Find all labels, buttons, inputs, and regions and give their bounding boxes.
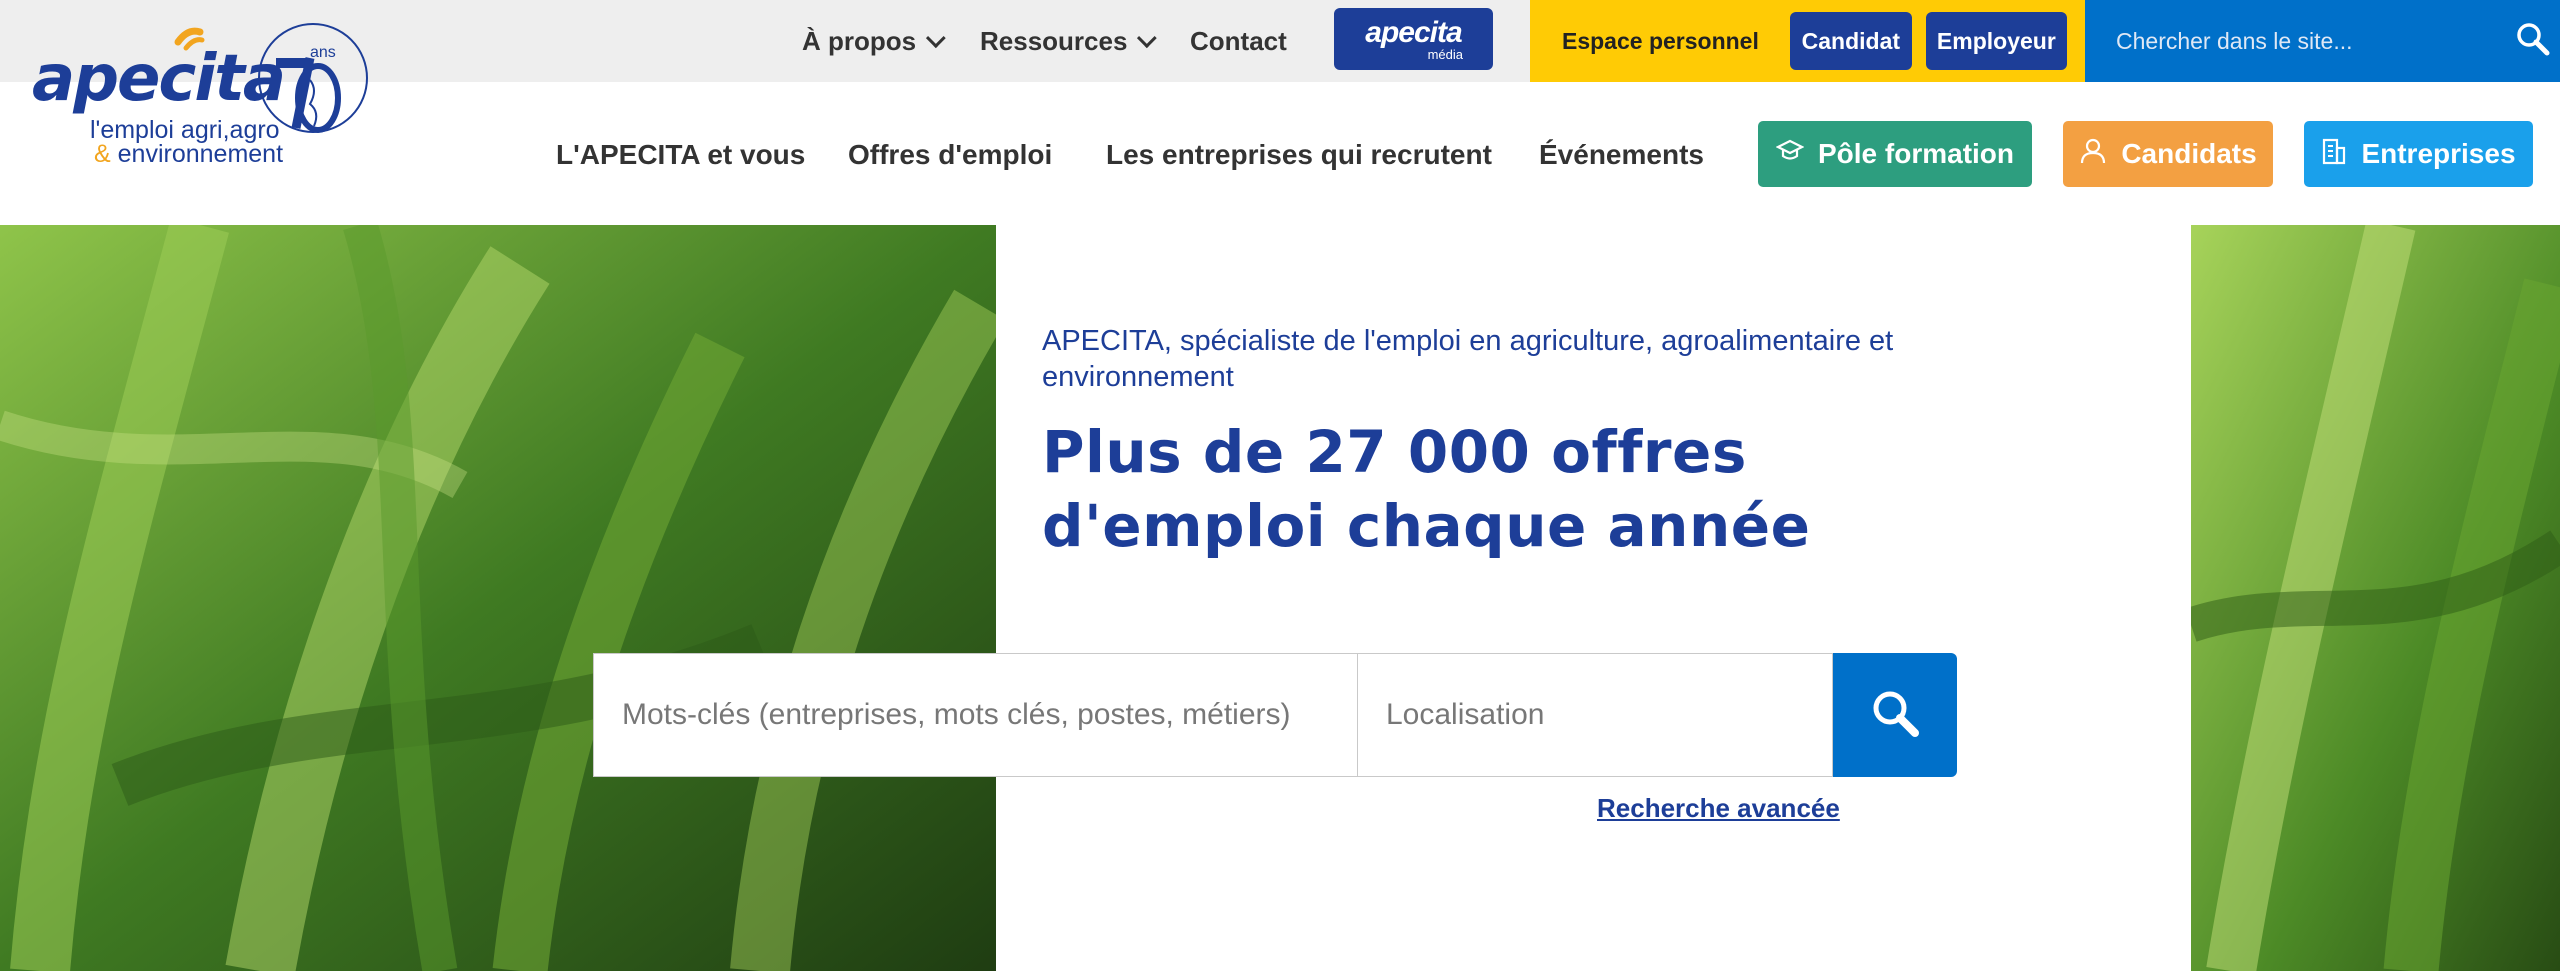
keywords-field-wrap (593, 653, 1357, 777)
top-nav-3: Contact (1190, 0, 1287, 82)
apecita-logo[interactable]: apecita ans 70 l'emploi agri,agro & envi… (28, 20, 368, 170)
media-brand: apecita (1365, 16, 1462, 49)
job-search-button[interactable] (1833, 653, 1957, 777)
nav-evenements[interactable]: Événements (1539, 139, 1704, 171)
location-field-wrap (1357, 653, 1833, 777)
hero-subtitle: APECITA, spécialiste de l'emploi en agri… (1042, 325, 1894, 393)
candidate-label: Candidat (1801, 27, 1901, 54)
top-nav-apropos-label: À propos (802, 25, 917, 56)
user-icon (2079, 137, 2107, 172)
hero-background-left (0, 225, 996, 971)
logo-brand: apecita (32, 42, 286, 116)
top-nav-contact[interactable]: Contact (1190, 26, 1287, 57)
logo-line2: environnement (117, 140, 284, 168)
employer-label: Employeur (1936, 27, 2056, 54)
entreprises-label: Entreprises (2361, 138, 2516, 169)
top-nav-2: Ressources (980, 0, 1158, 82)
top-nav-ressources-label: Ressources (980, 25, 1128, 56)
nav-entreprises-recrutent[interactable]: Les entreprises qui recrutent (1106, 139, 1492, 171)
logo-badge-unit: ans (310, 44, 336, 61)
media-sub: média (1427, 47, 1463, 62)
logo-line2-wrap: & environnement (94, 140, 283, 169)
hero-section: APECITA, spécialiste de l'emploi en agri… (0, 225, 2560, 971)
candidats-label: Candidats (2121, 138, 2257, 169)
site-search (2085, 0, 2560, 82)
personal-space: Espace personnel Candidat Employeur (1530, 0, 2085, 82)
pole-formation-label: Pôle formation (1817, 138, 2014, 169)
hero-headline: Plus de 27 000 offres d'emploi chaque an… (1042, 418, 1811, 560)
location-input[interactable] (1358, 654, 1832, 776)
search-icon[interactable] (2516, 22, 2550, 61)
employer-button[interactable]: Employeur (1925, 12, 2067, 70)
candidate-button[interactable]: Candidat (1789, 12, 1912, 70)
candidats-button[interactable]: Candidats (2063, 121, 2273, 187)
keywords-input[interactable] (594, 654, 1357, 776)
top-nav: À propos (802, 0, 946, 82)
building-icon (2321, 137, 2347, 172)
top-nav-ressources[interactable]: Ressources (980, 25, 1158, 57)
nav-offres-emploi[interactable]: Offres d'emploi (848, 139, 1052, 171)
top-nav-apropos[interactable]: À propos (802, 25, 946, 57)
logo-amp: & (94, 140, 111, 168)
entreprises-button[interactable]: Entreprises (2304, 121, 2533, 187)
nav-apecita-et-vous[interactable]: L'APECITA et vous (556, 139, 805, 171)
graduation-cap-icon (1775, 138, 1805, 170)
pole-formation-button[interactable]: Pôle formation (1758, 121, 2032, 187)
top-nav-contact-label: Contact (1190, 25, 1287, 56)
hero-background-right (2191, 225, 2560, 971)
site-search-input[interactable] (2116, 27, 2476, 55)
personal-space-label: Espace personnel (1562, 27, 1759, 54)
apecita-media-button[interactable]: apecita média (1334, 8, 1493, 70)
search-icon (1870, 688, 1920, 743)
advanced-search-link[interactable]: Recherche avancée (1597, 793, 1840, 824)
